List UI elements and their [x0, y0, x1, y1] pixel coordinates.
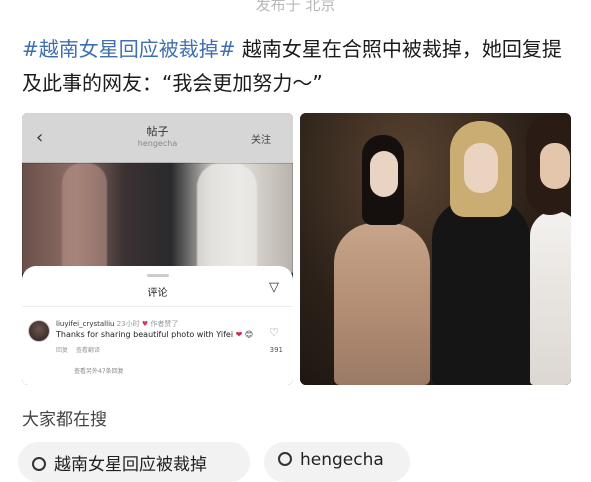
comments-title: 评论: [147, 288, 168, 299]
avatar: [28, 320, 50, 342]
more-replies-label: 查看另外47条回复: [74, 368, 124, 375]
comment-user-line: liuyifei_crystalliu 23小时 ♥ 作者赞了: [56, 319, 178, 329]
translate-label: 查看翻译: [75, 347, 100, 354]
comment-actions: 回复 查看翻译: [56, 345, 100, 354]
red-heart-icon: ❤: [235, 330, 243, 339]
person-left-body: [334, 223, 430, 385]
person-left-face: [370, 151, 398, 197]
blurred-photo: [22, 163, 293, 273]
comment-text-line: Thanks for sharing beautiful photo with …: [56, 330, 253, 339]
person-right-body: [530, 211, 571, 385]
search-chip-label: hengecha: [300, 450, 384, 470]
person-right-face: [540, 143, 570, 189]
heart-outline-icon: ♡: [269, 326, 279, 339]
search-icon: [32, 457, 46, 471]
heart-icon: ♥: [141, 320, 149, 328]
image-screenshot[interactable]: ‹ 帖子 hengecha 关注 评论 ▽ liuyifei_crystalli…: [22, 113, 293, 385]
image-group-photo[interactable]: [300, 113, 571, 385]
send-icon: ▽: [269, 280, 279, 295]
screenshot-header: ‹ 帖子 hengecha 关注: [22, 113, 293, 163]
drag-handle: [147, 274, 169, 277]
search-chip-2[interactable]: hengecha: [264, 442, 410, 482]
like-count: 391: [269, 346, 283, 354]
comments-sheet: 评论 ▽ liuyifei_crystalliu 23小时 ♥ 作者赞了 Tha…: [22, 266, 293, 385]
follow-label: 关注: [251, 135, 271, 146]
person-center-body: [432, 199, 530, 385]
comment-time: 23小时: [116, 320, 140, 328]
author-liked-label: 作者赞了: [150, 320, 179, 328]
comment-username: liuyifei_crystalliu: [56, 320, 115, 328]
reply-label: 回复: [56, 347, 69, 354]
search-icon: [278, 452, 292, 466]
search-chip-label: 越南女星回应被裁掉: [54, 455, 207, 475]
post-text: #越南女星回应被裁掉# 越南女星在合照中被裁掉，她回复提及此事的网友：“我会更加…: [22, 32, 572, 100]
trending-search-title: 大家都在搜: [22, 410, 107, 430]
comment-text: Thanks for sharing beautiful photo with …: [56, 330, 234, 339]
hashtag-link[interactable]: #越南女星回应被裁掉#: [22, 37, 236, 61]
smile-emoji-icon: 😊: [244, 330, 254, 339]
post-meta: 发布于 北京: [255, 0, 336, 14]
search-chip-1[interactable]: 越南女星回应被裁掉: [18, 442, 250, 482]
person-center-face: [464, 143, 498, 193]
